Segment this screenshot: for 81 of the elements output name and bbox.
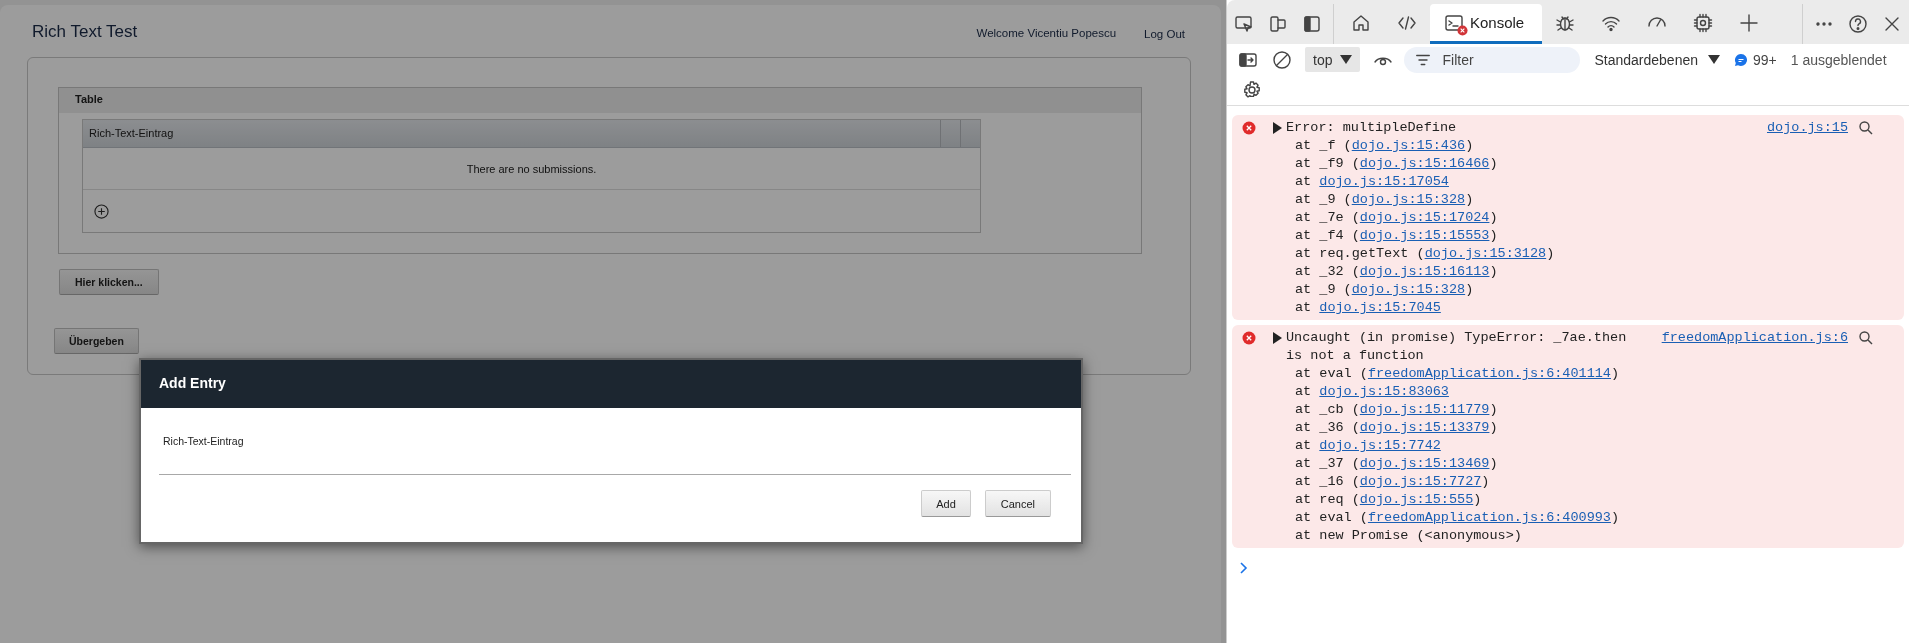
device-icon[interactable] bbox=[1268, 14, 1288, 34]
stack-link[interactable]: dojo.js:15:3128 bbox=[1424, 246, 1547, 261]
stack-frame: at _9 (dojo.js:15:328) bbox=[1262, 281, 1904, 299]
expand-icon[interactable] bbox=[1272, 332, 1282, 344]
stack-frame: at _f4 (dojo.js:15:15553) bbox=[1262, 227, 1904, 245]
stack-frame: at new Promise (<anonymous>) bbox=[1262, 527, 1904, 545]
stack-link[interactable]: freedomApplication.js:6:400993 bbox=[1367, 510, 1611, 525]
error-icon bbox=[1242, 121, 1256, 135]
error-message: Error: multipleDefine bbox=[1286, 119, 1457, 137]
stack-frame: at req (dojo.js:15:555) bbox=[1262, 491, 1904, 509]
caret-icon bbox=[1708, 55, 1720, 64]
caret-icon bbox=[1340, 55, 1353, 64]
stack-frame: at _7e (dojo.js:15:17024) bbox=[1262, 209, 1904, 227]
context-selector[interactable]: top bbox=[1305, 47, 1361, 72]
stack-frame: at eval (freedomApplication.js:6:400993) bbox=[1262, 509, 1904, 527]
stack-link[interactable]: dojo.js:15:11779 bbox=[1359, 402, 1490, 417]
chip-icon bbox=[1693, 12, 1714, 33]
stack-frame: at _36 (dojo.js:15:13379) bbox=[1262, 419, 1904, 437]
stack-link[interactable]: dojo.js:15:16466 bbox=[1359, 156, 1490, 171]
stack-link[interactable]: dojo.js:15:17024 bbox=[1359, 210, 1490, 225]
dialog-button[interactable]: Add bbox=[921, 490, 971, 517]
stack-frame: at _9 (dojo.js:15:328) bbox=[1262, 191, 1904, 209]
logout-link[interactable]: Log Out bbox=[1144, 28, 1185, 40]
source-link[interactable]: dojo.js:15 bbox=[1767, 119, 1848, 137]
stack-link[interactable]: dojo.js:15:13379 bbox=[1359, 420, 1490, 435]
stack-frame: at dojo.js:15:7742 bbox=[1262, 437, 1904, 455]
stack-link[interactable]: dojo.js:15:15553 bbox=[1359, 228, 1490, 243]
message-icon bbox=[1734, 52, 1748, 67]
add-row-icon[interactable] bbox=[94, 203, 109, 219]
inspect-icon[interactable] bbox=[1234, 14, 1254, 34]
stack-link[interactable]: dojo.js:15:13469 bbox=[1359, 456, 1490, 471]
expand-icon[interactable] bbox=[1272, 122, 1282, 134]
stack-link[interactable]: dojo.js:15:83063 bbox=[1319, 384, 1449, 399]
stack-frame: at dojo.js:15:17054 bbox=[1262, 173, 1904, 191]
settings-icon[interactable] bbox=[1242, 80, 1262, 100]
dialog-button[interactable]: Cancel bbox=[984, 490, 1051, 517]
action-button[interactable]: Übergeben bbox=[54, 328, 139, 354]
filter-field[interactable]: Filter bbox=[1404, 46, 1581, 73]
column-header: Rich-Text-Eintrag bbox=[88, 126, 175, 141]
sidebar-icon[interactable] bbox=[1302, 14, 1322, 34]
stack-link[interactable]: dojo.js:15:7742 bbox=[1319, 438, 1441, 453]
panel-header: Table bbox=[59, 88, 1141, 113]
home-icon bbox=[1351, 12, 1371, 33]
hidden-count: 1 ausgeblendet bbox=[1790, 51, 1887, 68]
levels-dropdown[interactable]: Standardebenen bbox=[1594, 51, 1720, 68]
error-icon bbox=[1242, 331, 1256, 345]
action-button[interactable]: Hier klicken... bbox=[59, 269, 159, 295]
stack-frame: at dojo.js:15:7045 bbox=[1262, 299, 1904, 317]
stack-frame: at _cb (dojo.js:15:11779) bbox=[1262, 401, 1904, 419]
stack-frame: at _f9 (dojo.js:15:16466) bbox=[1262, 155, 1904, 173]
stack-link[interactable]: dojo.js:15:436 bbox=[1351, 138, 1466, 153]
message-count: 99+ bbox=[1753, 51, 1777, 68]
stack-frame: at eval (freedomApplication.js:6:401114) bbox=[1262, 365, 1904, 383]
stack-frame: at _f (dojo.js:15:436) bbox=[1262, 137, 1904, 155]
welcome-text: Welcome Vicentiu Popescu bbox=[976, 27, 1117, 39]
prompt-icon[interactable] bbox=[1239, 561, 1249, 575]
stack-frame: at dojo.js:15:83063 bbox=[1262, 383, 1904, 401]
search-icon[interactable] bbox=[1858, 330, 1874, 346]
stack-link[interactable]: dojo.js:15:328 bbox=[1351, 192, 1466, 207]
devtools-tab[interactable]: Konsole bbox=[1430, 4, 1543, 44]
stack-link[interactable]: dojo.js:15:17054 bbox=[1319, 174, 1449, 189]
dialog-title: Add Entry bbox=[141, 360, 1081, 408]
stack-link[interactable]: freedomApplication.js:6:401114 bbox=[1367, 366, 1611, 381]
clear-icon[interactable] bbox=[1272, 49, 1292, 70]
stack-link[interactable]: dojo.js:15:555 bbox=[1359, 492, 1474, 507]
stack-link[interactable]: dojo.js:15:7045 bbox=[1319, 300, 1441, 315]
stack-frame: at _32 (dojo.js:15:16113) bbox=[1262, 263, 1904, 281]
stack-link[interactable]: dojo.js:15:7727 bbox=[1359, 474, 1482, 489]
app-title: Rich Text Test bbox=[32, 22, 138, 42]
console-icon bbox=[1444, 12, 1464, 33]
empty-message: There are no submissions. bbox=[83, 148, 980, 190]
stack-link[interactable]: dojo.js:15:16113 bbox=[1359, 264, 1490, 279]
rich-text-field[interactable]: Rich-Text-Eintrag bbox=[159, 435, 1071, 475]
help-icon[interactable] bbox=[1848, 14, 1868, 34]
stack-frame: at _16 (dojo.js:15:7727) bbox=[1262, 473, 1904, 491]
search-icon[interactable] bbox=[1858, 120, 1874, 136]
plus-icon bbox=[1739, 12, 1760, 33]
stack-frame: at _37 (dojo.js:15:13469) bbox=[1262, 455, 1904, 473]
source-link[interactable]: freedomApplication.js:6 bbox=[1661, 329, 1848, 347]
stack-link[interactable]: dojo.js:15:328 bbox=[1351, 282, 1466, 297]
stack-frame: at req.getText (dojo.js:15:3128) bbox=[1262, 245, 1904, 263]
